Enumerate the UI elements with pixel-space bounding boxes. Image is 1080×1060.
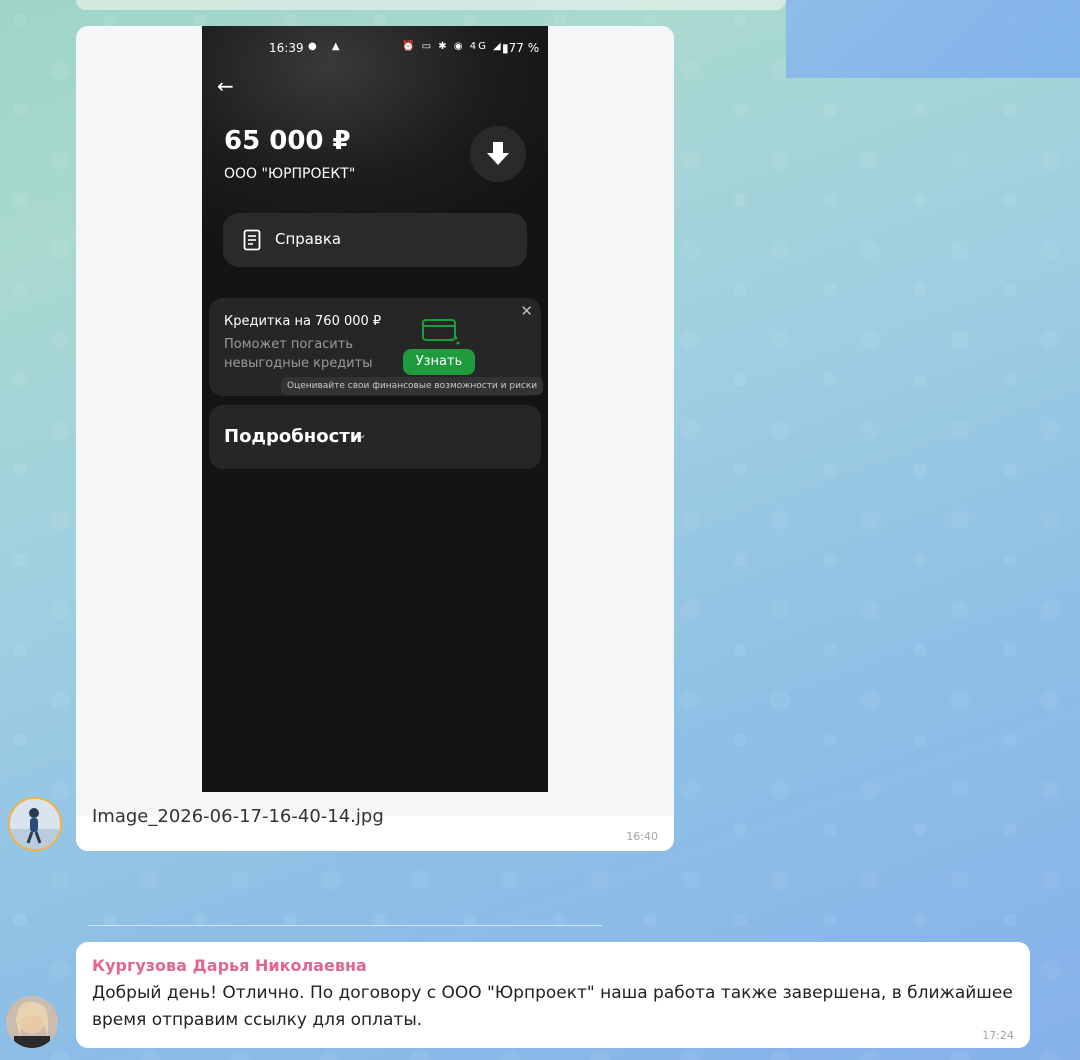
credit-card-icon <box>422 319 460 345</box>
status-bar: 16:39 ● ▲ ⏰ ▭ ✱ ◉ 4G ◢ ▮77 % <box>202 40 548 58</box>
message-text: Добрый день! Отлично. По договору с ООО … <box>92 983 1013 1030</box>
previous-image-edge[interactable] <box>786 0 1080 78</box>
notification-icons: ● ▲ <box>308 41 346 52</box>
avatar-photo <box>6 996 58 1048</box>
reference-label: Справка <box>275 230 342 248</box>
promo-subtitle: Поможет погасить невыгодные кредиты <box>224 337 373 371</box>
avatar[interactable] <box>8 797 62 851</box>
sender-avatar[interactable] <box>6 996 58 1048</box>
download-arrow-icon <box>487 142 509 165</box>
divider <box>88 925 602 926</box>
credit-card-promo: Кредитка на 760 000 ₽ Поможет погасить н… <box>209 298 544 396</box>
text-message-bubble[interactable]: Кургузова Дарья Николаевна Добрый день! … <box>76 942 1030 1048</box>
message-time: 17:24 <box>982 1029 1014 1042</box>
promo-disclaimer: Оценивайте свои финансовые возможности и… <box>281 377 544 395</box>
details-section: Подробности ⌄ <box>209 405 541 469</box>
chevron-down-icon: ⌄ <box>357 427 368 441</box>
avatar-photo <box>10 799 60 849</box>
details-label: Подробности <box>224 426 363 447</box>
image-filename: Image_2026-06-17-16-40-14.jpg <box>92 806 384 827</box>
reference-card: Справка <box>223 213 527 267</box>
document-icon <box>243 229 261 251</box>
previous-message-edge <box>76 0 786 10</box>
sender-name[interactable]: Кургузова Дарья Николаевна <box>92 956 367 975</box>
attached-phone-screenshot[interactable]: 16:39 ● ▲ ⏰ ▭ ✱ ◉ 4G ◢ ▮77 % ← 65 000 ₽ … <box>202 26 548 792</box>
message-time: 16:40 <box>626 830 658 843</box>
promo-title: Кредитка на 760 000 ₽ <box>224 314 382 329</box>
image-message-bubble[interactable]: 16:39 ● ▲ ⏰ ▭ ✱ ◉ 4G ◢ ▮77 % ← 65 000 ₽ … <box>76 26 674 851</box>
download-button <box>470 126 526 182</box>
battery-indicator: ▮77 % <box>502 41 540 55</box>
payee-company: ООО "ЮРПРОЕКТ" <box>224 166 356 182</box>
system-status-icons: ⏰ ▭ ✱ ◉ 4G ◢ <box>402 41 503 52</box>
payment-amount: 65 000 ₽ <box>224 126 351 156</box>
back-arrow-icon: ← <box>217 74 234 98</box>
learn-more-button: Узнать <box>403 349 475 375</box>
close-icon: ✕ <box>520 302 533 320</box>
status-time: 16:39 <box>269 41 304 55</box>
